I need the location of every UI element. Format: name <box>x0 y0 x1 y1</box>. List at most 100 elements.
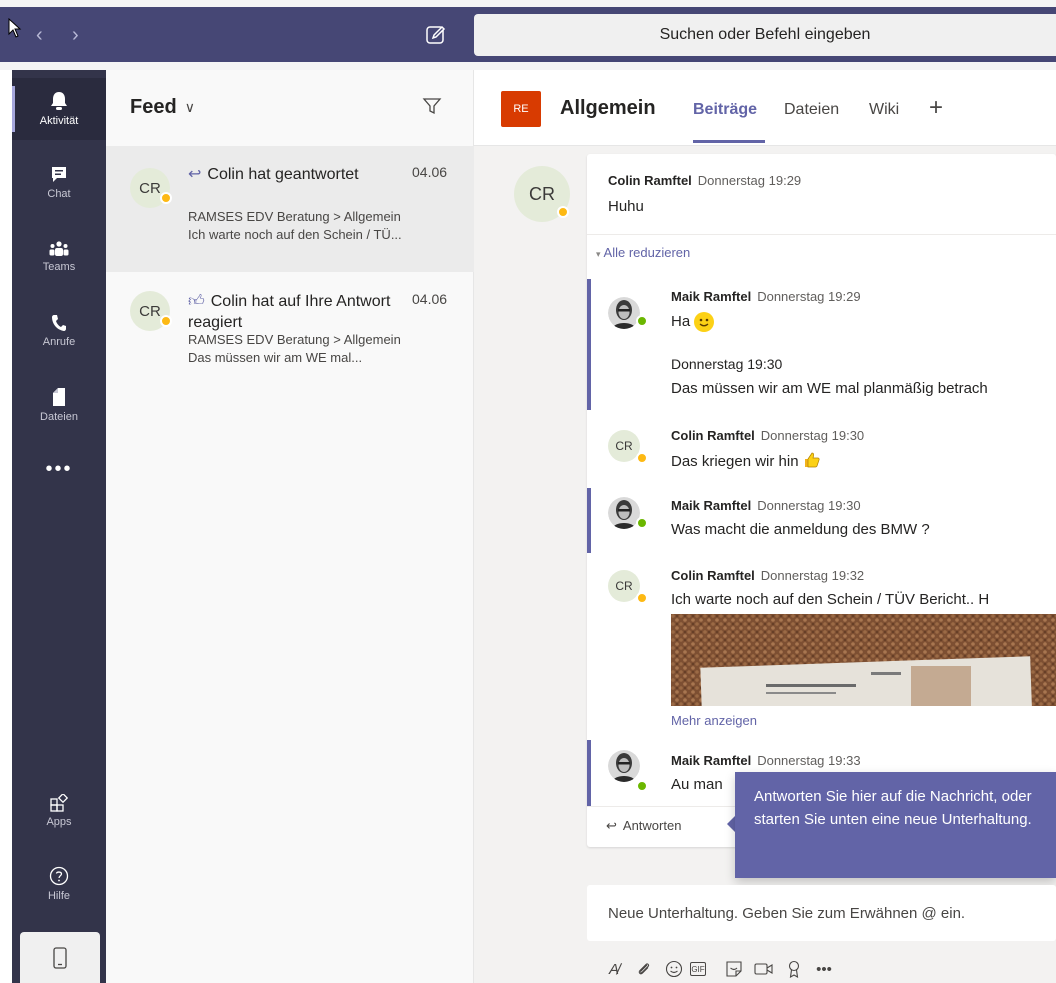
feed-item[interactable]: CR ↩ Colin hat geantwortet 04.06 RAMSES E… <box>106 146 474 272</box>
add-tab-button[interactable]: + <box>929 94 943 122</box>
feed-item-date: 04.06 <box>412 164 448 180</box>
author-name: Colin Ramftel <box>608 173 692 188</box>
reply-highlight-bar <box>587 279 591 410</box>
bell-icon <box>51 92 67 110</box>
rail-item-chat[interactable]: Chat <box>12 152 106 214</box>
reply-message[interactable]: Colin Ramftel Donnerstag 19:32 Ich warte … <box>671 567 1056 608</box>
rail-item-apps[interactable]: Apps <box>12 780 106 842</box>
praise-icon[interactable] <box>780 960 808 978</box>
divider <box>587 234 1056 235</box>
away-status-icon <box>160 192 172 204</box>
app-rail: Aktivität Chat Teams Anrufe Dateien ••• … <box>12 70 106 983</box>
author-name: Maik Ramftel <box>671 753 752 768</box>
author-name: Colin Ramftel <box>671 428 755 443</box>
rail-item-files[interactable]: Dateien <box>12 374 106 436</box>
collapse-label: Alle reduzieren <box>603 245 691 260</box>
rail-item-activity[interactable]: Aktivität <box>12 78 106 140</box>
coach-mark-tooltip[interactable]: Antworten Sie hier auf die Nachricht, od… <box>735 772 1056 878</box>
message-text: Das müssen wir am WE mal planmäßig betra… <box>671 380 988 397</box>
new-chat-icon[interactable] <box>425 24 447 46</box>
file-icon <box>53 388 65 406</box>
smile-emoji-icon <box>694 312 715 332</box>
reply-message[interactable]: Donnerstag 19:30 Das müssen wir am WE ma… <box>671 356 1056 397</box>
tab-posts[interactable]: Beiträge <box>693 101 757 119</box>
collapse-all-link[interactable]: ▾ Alle reduzieren <box>596 245 690 260</box>
message-text: Was macht die anmeldung des BMW ? <box>671 521 930 538</box>
timestamp: Donnerstag 19:30 <box>760 428 865 443</box>
reply-message[interactable]: Colin Ramftel Donnerstag 19:30 Das kriege… <box>671 427 1056 470</box>
reply-message[interactable]: Maik Ramftel Donnerstag 19:29 Ha <box>671 288 1056 332</box>
mobile-app-button[interactable] <box>20 932 100 983</box>
more-apps-icon[interactable]: ••• <box>12 458 106 481</box>
show-more-link[interactable]: Mehr anzeigen <box>671 713 757 728</box>
author-name: Colin Ramftel <box>671 568 755 583</box>
feed-item-title: 👍︎ Colin hat auf Ihre Antwort reagiert <box>188 291 408 333</box>
image-attachment[interactable] <box>671 614 1056 706</box>
feed-title: Feed <box>130 96 177 118</box>
online-status-icon <box>636 780 648 792</box>
format-icon[interactable]: A̸ <box>600 961 628 978</box>
forward-icon[interactable]: › <box>72 25 79 45</box>
channel-title: Allgemein <box>560 97 656 119</box>
rail-label: Hilfe <box>47 890 70 902</box>
away-status-icon <box>160 315 172 327</box>
reply-highlight-bar <box>587 488 591 553</box>
rail-label: Dateien <box>40 411 78 423</box>
gif-icon[interactable]: GIF <box>690 962 706 976</box>
search-input[interactable]: Suchen oder Befehl eingeben <box>474 14 1056 56</box>
message-text-content: Das kriegen wir hin <box>671 453 799 470</box>
teams-icon <box>49 241 69 256</box>
online-status-icon <box>636 517 648 529</box>
root-message[interactable]: Colin Ramftel Donnerstag 19:29 Huhu <box>608 172 801 215</box>
rail-label: Anrufe <box>42 336 76 348</box>
sticker-icon[interactable] <box>720 960 748 978</box>
message-text: Ich warte noch auf den Schein / TÜV Beri… <box>671 591 990 608</box>
message-text: Das kriegen wir hin <box>671 451 1056 470</box>
timestamp: Donnerstag 19:33 <box>757 753 861 768</box>
help-icon <box>49 866 69 886</box>
reply-icon: ↩ <box>188 166 202 183</box>
timestamp: Donnerstag 19:30 <box>757 498 861 513</box>
timestamp: Donnerstag 19:29 <box>757 289 861 304</box>
meet-now-icon[interactable] <box>750 960 778 978</box>
reply-label: Antworten <box>622 818 682 833</box>
feed-item-title-text: Colin hat auf Ihre Antwort reagiert <box>188 293 391 331</box>
timestamp: Donnerstag 19:32 <box>760 568 865 583</box>
feed-item-preview: Ich warte noch auf den Schein / TÜ... <box>188 227 402 242</box>
reply-icon: ↩ <box>606 818 617 833</box>
rail-item-calls[interactable]: Anrufe <box>12 300 106 362</box>
rail-label: Teams <box>42 261 76 273</box>
attach-icon[interactable] <box>630 961 658 977</box>
rail-item-teams[interactable]: Teams <box>12 226 106 288</box>
more-options-icon[interactable]: ••• <box>810 961 838 978</box>
rail-item-help[interactable]: Hilfe <box>12 853 106 915</box>
feed-item-date: 04.06 <box>412 291 448 307</box>
emoji-icon[interactable] <box>660 960 688 978</box>
reply-button[interactable]: ↩ Antworten <box>606 818 681 834</box>
feed-item[interactable]: CR 👍︎ Colin hat auf Ihre Antwort reagiert… <box>106 273 474 399</box>
filter-icon[interactable] <box>422 96 442 116</box>
feed-item-title-text: Colin hat geantwortet <box>207 166 359 183</box>
tab-files[interactable]: Dateien <box>784 101 839 119</box>
tab-wiki[interactable]: Wiki <box>869 101 899 119</box>
apps-icon <box>50 794 68 812</box>
channel-header: RE Allgemein Beiträge Dateien Wiki + <box>474 70 1056 146</box>
feed-dropdown[interactable]: Feed ∨ <box>130 96 195 119</box>
back-icon[interactable]: ‹ <box>36 25 43 45</box>
avatar <box>608 297 640 329</box>
mobile-icon <box>53 946 67 969</box>
feed-item-title: ↩ Colin hat geantwortet <box>188 164 408 185</box>
caret-down-icon: ▾ <box>596 249 601 259</box>
timestamp: Donnerstag 19:29 <box>697 173 802 188</box>
feed-item-preview: Das müssen wir am WE mal... <box>188 350 363 365</box>
new-conversation-input[interactable]: Neue Unterhaltung. Geben Sie zum Erwähne… <box>587 885 1056 941</box>
rail-label: Chat <box>47 188 71 200</box>
phone-icon <box>52 315 66 331</box>
message-text-content: Ha <box>671 312 691 330</box>
author-name: Maik Ramftel <box>671 289 752 304</box>
reply-message[interactable]: Maik Ramftel Donnerstag 19:30 Was macht d… <box>671 497 1056 538</box>
avatar <box>608 750 640 782</box>
chevron-down-icon: ∨ <box>184 99 195 115</box>
message-text: Huhu <box>608 198 644 215</box>
online-status-icon <box>636 315 648 327</box>
